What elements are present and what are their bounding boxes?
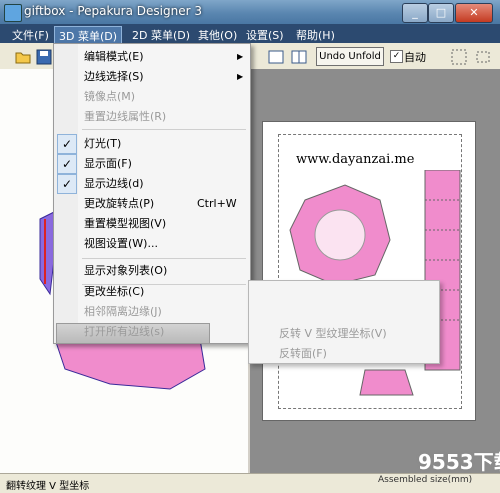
minimize-button[interactable]: _ (402, 3, 428, 23)
title-bar: giftbox - Pepakura Designer 3 _ □ ✕ (0, 0, 500, 24)
menu-item-view-settings[interactable]: 视图设置(W)... (84, 234, 158, 253)
menu-item-open-all-edges[interactable]: 打开所有边线(s) (84, 322, 164, 341)
menu-item-show-edges[interactable]: 显示边线(d) (84, 174, 144, 193)
menu-item-lighting[interactable]: 灯光(T) (84, 134, 121, 153)
menu-file[interactable]: 文件(F) (8, 26, 53, 44)
menu-item-object-list[interactable]: 显示对象列表(O) (84, 261, 167, 280)
open-folder-icon[interactable] (12, 46, 34, 68)
separator (82, 258, 246, 259)
menu-item-flip-v[interactable]: 反转 V 型纹理坐标(V) (279, 325, 387, 341)
menu-item-change-coords[interactable]: 更改坐标(C) (84, 282, 144, 301)
auto-label: 自动 (404, 51, 426, 64)
3d-menu-dropdown: 编辑模式(E) ▶ 边线选择(S) ▶ 镜像点(M) 重置边线属性(R) ✓ 灯… (53, 43, 251, 344)
checkmark-icon: ✓ (57, 134, 77, 154)
menu-item-reset-view[interactable]: 重置模型视图(V) (84, 214, 166, 233)
url-text: www.dayanzai.me (296, 152, 415, 167)
menu-item-change-rotation[interactable]: 更改旋转点(P) (84, 194, 154, 213)
change-coords-submenu: 反转 V 型纹理坐标(V) 反转面(F) (248, 280, 440, 364)
menu-settings[interactable]: 设置(S) (242, 26, 288, 44)
menu-item-edge-select[interactable]: 边线选择(S) (84, 67, 144, 86)
grid-icon[interactable] (448, 46, 470, 68)
save-icon[interactable] (33, 46, 55, 68)
status-text: 翻转纹理 V 型坐标 (6, 481, 90, 492)
maximize-button[interactable]: □ (428, 3, 454, 23)
menu-item-mirror[interactable]: 镜像点(M) (84, 87, 135, 106)
menu-item-adjacent-edge[interactable]: 相邻隔离边缘(J) (84, 302, 162, 321)
view-split-icon[interactable] (288, 46, 310, 68)
view-single-icon[interactable] (265, 46, 287, 68)
submenu-arrow-icon: ▶ (237, 72, 244, 81)
separator (82, 129, 246, 130)
arrange-icon[interactable] (472, 46, 494, 68)
menu-item-reset-edge[interactable]: 重置边线属性(R) (84, 107, 166, 126)
menu-other[interactable]: 其他(O) (194, 26, 241, 44)
menu-item-show-faces[interactable]: 显示面(F) (84, 154, 132, 173)
menu-bar: 文件(F) 3D 菜单(D) 2D 菜单(D) 其他(O) 设置(S) 帮助(H… (0, 24, 500, 46)
assembled-size: Assembled size(mm) (378, 475, 473, 485)
menu-help[interactable]: 帮助(H) (292, 26, 339, 44)
menu-item-flip-face[interactable]: 反转面(F) (279, 345, 327, 361)
watermark-logo: 9553下载 (418, 450, 500, 474)
window-title: giftbox - Pepakura Designer 3 (24, 4, 202, 18)
menu-item-edit-mode[interactable]: 编辑模式(E) (84, 47, 144, 66)
checkmark-icon: ✓ (57, 154, 77, 174)
undo-unfold-button[interactable]: Undo Unfold (316, 47, 384, 66)
close-button[interactable]: ✕ (455, 3, 493, 23)
shortcut-text: Ctrl+W (197, 197, 237, 210)
menu-2d[interactable]: 2D 菜单(D) (128, 26, 194, 44)
auto-checkbox[interactable]: ✓ (390, 50, 403, 63)
checkmark-icon: ✓ (57, 174, 77, 194)
submenu-arrow-icon: ▶ (237, 52, 244, 61)
app-icon (4, 4, 22, 22)
